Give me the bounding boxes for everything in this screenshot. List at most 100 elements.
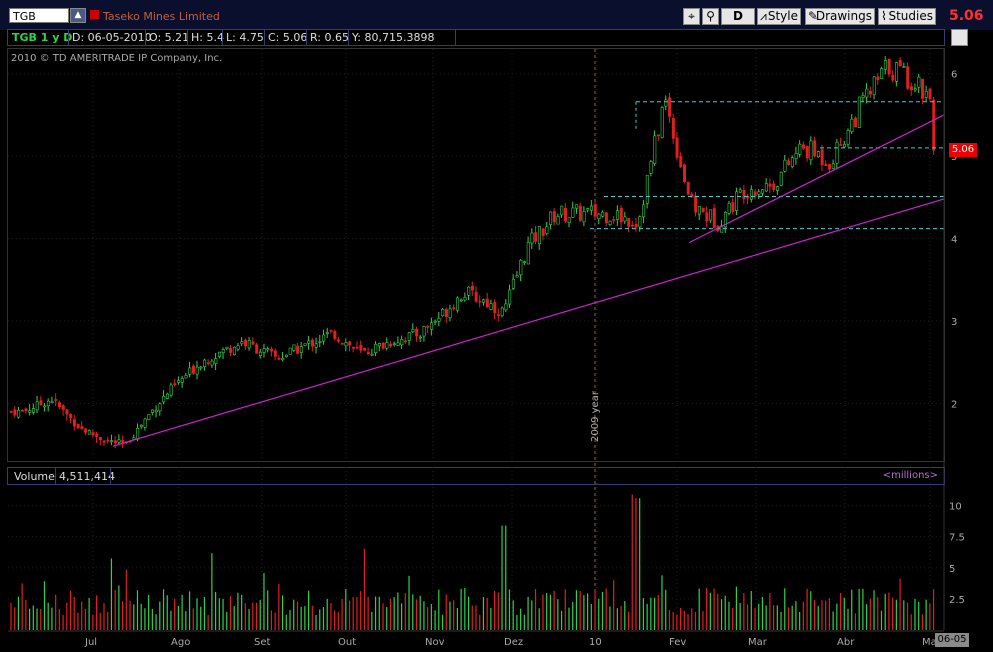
candle-body [240, 341, 244, 345]
candle-body [50, 401, 54, 404]
candle-body [65, 409, 69, 415]
candle-body [281, 358, 285, 361]
candle-body [344, 342, 348, 347]
candle-body [251, 341, 255, 345]
candle-body [418, 336, 422, 339]
candle-body [846, 130, 850, 145]
candle-body [485, 298, 489, 308]
month-label: Mar [748, 637, 768, 648]
candle-body [433, 320, 437, 323]
candle-body [653, 135, 657, 164]
candle-body [898, 59, 902, 67]
candle-body [463, 297, 467, 301]
candle-body [169, 384, 173, 396]
candle-body [136, 427, 140, 440]
candle-body [497, 314, 501, 316]
candle-body [671, 118, 675, 139]
candle-body [813, 140, 817, 157]
candle-body [333, 331, 337, 340]
candle-body [404, 340, 408, 343]
candle-body [809, 140, 813, 161]
candle-body [13, 409, 17, 416]
candle-body [117, 439, 121, 443]
candle-body [552, 211, 556, 223]
candle-body [195, 366, 199, 375]
month-label: Set [254, 637, 271, 648]
candle-body [28, 410, 32, 413]
price-tick-label: 6 [951, 70, 957, 81]
candle-body [612, 219, 616, 221]
candle-body [500, 307, 504, 317]
candle-body [206, 362, 210, 364]
candle-body [798, 143, 802, 155]
candle-body [571, 207, 575, 218]
candle-body [296, 345, 300, 354]
candle-body [906, 66, 910, 89]
price-chart[interactable]: Jul Ago Set Out Nov Dez 10 Fev Mar Abr Mai234562.5… [0, 0, 993, 652]
candle-body [489, 303, 493, 310]
candle-body [9, 410, 13, 413]
price-tick-label: 4 [951, 235, 957, 246]
candle-body [273, 350, 277, 357]
candle-body [106, 439, 110, 442]
candle-body [787, 160, 791, 166]
candle-body [54, 399, 58, 401]
trendline [112, 198, 945, 447]
candle-body [909, 86, 913, 91]
candle-body [757, 191, 761, 195]
candle-body [180, 378, 184, 383]
candle-body [84, 428, 88, 433]
candle-body [199, 366, 203, 369]
month-label: 10 [589, 637, 602, 648]
volume-tick-label: 10 [949, 502, 962, 513]
candle-body [80, 426, 84, 429]
month-label: Dez [504, 637, 523, 648]
candle-body [437, 317, 441, 322]
candle-body [523, 261, 527, 263]
candle-body [616, 210, 620, 220]
candle-body [917, 76, 921, 88]
candle-body [593, 204, 597, 217]
candle-body [39, 400, 43, 406]
candle-body [835, 141, 839, 164]
candle-body [876, 76, 880, 81]
candle-body [32, 408, 36, 413]
candle-body [601, 211, 605, 217]
candle-body [567, 217, 571, 224]
candle-body [392, 343, 396, 346]
candle-body [329, 330, 333, 332]
candle-body [805, 146, 809, 159]
candle-body [17, 409, 21, 418]
candle-body [575, 204, 579, 209]
candle-body [820, 149, 824, 165]
candle-body [545, 226, 549, 234]
candle-body [865, 88, 869, 98]
candle-body [162, 396, 166, 403]
candle-body [928, 88, 932, 100]
candle-body [225, 346, 229, 349]
candle-body [318, 341, 322, 343]
candle-body [880, 68, 884, 80]
volume-tick-label: 7.5 [949, 533, 965, 544]
month-label: Ago [171, 637, 190, 648]
candle-body [630, 224, 634, 227]
candle-body [519, 259, 523, 276]
candle-body [768, 183, 772, 187]
candle-body [883, 60, 887, 70]
candle-body [794, 153, 798, 159]
candle-body [694, 195, 698, 213]
candle-body [411, 329, 415, 333]
candle-body [824, 163, 828, 166]
candle-body [764, 183, 768, 192]
candle-body [482, 299, 486, 303]
candle-body [322, 334, 326, 342]
candle-body [188, 367, 192, 375]
candle-body [869, 90, 873, 95]
candle-body [374, 343, 378, 353]
candle-body [895, 62, 899, 82]
candle-body [456, 297, 460, 311]
candle-body [337, 339, 341, 342]
candle-body [549, 211, 553, 225]
candle-body [779, 171, 783, 186]
candle-body [660, 107, 664, 138]
